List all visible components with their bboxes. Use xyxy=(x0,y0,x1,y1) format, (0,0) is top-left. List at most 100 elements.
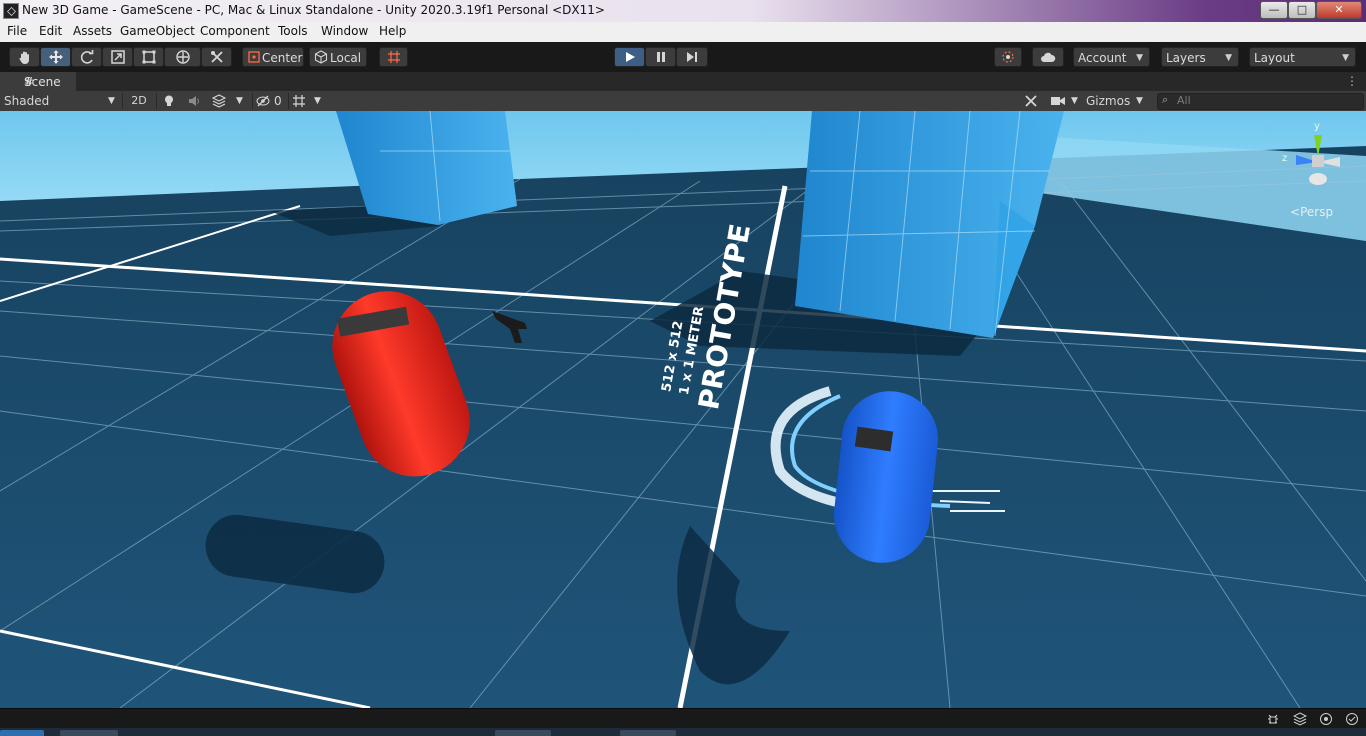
custom-tool-button[interactable] xyxy=(201,47,232,67)
search-icon: ⌕ xyxy=(1162,93,1169,106)
chevron-down-icon: ▼ xyxy=(1342,53,1349,63)
menu-help[interactable]: Help xyxy=(379,24,406,38)
layout-dropdown[interactable]: Layout ▼ xyxy=(1249,47,1356,67)
grid-icon xyxy=(293,95,305,107)
scale-tool-icon xyxy=(110,50,125,64)
scale-tool-button[interactable] xyxy=(102,47,133,67)
grid-snap-icon xyxy=(387,51,400,63)
scene-tools-button[interactable] xyxy=(1024,92,1044,110)
gizmo-center-cube[interactable] xyxy=(1312,155,1324,167)
search-placeholder: All xyxy=(1177,94,1191,107)
check-circle-icon[interactable] xyxy=(1345,712,1359,726)
menu-gameobject[interactable]: GameObject xyxy=(120,24,195,38)
menu-edit[interactable]: Edit xyxy=(39,24,62,38)
grid-dropdown-arrow[interactable]: ▼ xyxy=(314,92,328,110)
hand-tool-icon xyxy=(18,51,29,64)
hand-tool-button[interactable] xyxy=(9,47,40,67)
gizmos-label: Gizmos xyxy=(1086,94,1131,108)
chevron-down-icon: ▼ xyxy=(1136,53,1143,63)
step-icon xyxy=(687,52,697,62)
taskbar-item[interactable] xyxy=(495,730,551,736)
pivot-mode-label: Center xyxy=(262,51,303,65)
hierarchy-search-field[interactable]: ⌕ All xyxy=(1157,93,1364,110)
pivot-space-label: Local xyxy=(330,51,362,65)
status-bar xyxy=(0,708,1366,729)
separator xyxy=(288,93,289,109)
toggle-2d-button[interactable]: 2D xyxy=(126,92,152,110)
pivot-center-icon xyxy=(248,51,260,63)
move-tool-icon xyxy=(48,50,63,64)
step-button[interactable] xyxy=(676,47,708,67)
lightbulb-icon xyxy=(165,95,173,106)
cloud-icon xyxy=(1041,52,1056,62)
move-tool-button[interactable] xyxy=(40,47,71,67)
grid-snap-button[interactable] xyxy=(379,47,408,67)
grid-toggle[interactable] xyxy=(292,92,312,110)
bug-icon[interactable] xyxy=(1266,712,1280,726)
transform-tool-button[interactable] xyxy=(164,47,201,67)
taskbar-item[interactable] xyxy=(60,730,118,736)
lighting-toggle[interactable] xyxy=(162,92,182,110)
effects-toggle[interactable] xyxy=(211,92,232,110)
progress-indicator-icon[interactable] xyxy=(1319,712,1333,726)
unity-app-icon xyxy=(3,3,19,19)
tools-icon xyxy=(1025,95,1037,107)
draw-mode-label: Shaded xyxy=(4,94,50,108)
scene-view-toolbar: Shaded ▼ 2D ▼ 0 ▼ ▼ Gizmos ▼ ⌕ All xyxy=(0,91,1366,112)
gizmos-dropdown[interactable]: Gizmos ▼ xyxy=(1086,92,1150,110)
pause-button[interactable] xyxy=(645,47,676,67)
pivot-space-toggle[interactable]: Local xyxy=(309,47,367,67)
rect-tool-button[interactable] xyxy=(133,47,164,67)
layers-stack-icon[interactable] xyxy=(1293,712,1307,726)
gizmo-y-axis[interactable] xyxy=(1314,135,1322,157)
menu-file[interactable]: File xyxy=(7,24,27,38)
rotate-tool-icon xyxy=(80,50,93,64)
account-label: Account xyxy=(1078,51,1127,65)
separator xyxy=(122,93,123,109)
close-button[interactable]: ✕ xyxy=(1316,1,1362,19)
menu-tools[interactable]: Tools xyxy=(278,24,308,38)
minimize-button[interactable]: — xyxy=(1260,1,1288,19)
layout-label: Layout xyxy=(1254,51,1295,65)
account-dropdown[interactable]: Account ▼ xyxy=(1073,47,1150,67)
scene-tab-strip: # Scene ⋮ xyxy=(0,72,1366,91)
projection-toggle[interactable]: <Persp xyxy=(1290,205,1333,219)
rotate-tool-button[interactable] xyxy=(71,47,102,67)
chevron-left-icon: < xyxy=(1290,205,1301,219)
taskbar-item[interactable] xyxy=(620,730,676,736)
projection-label: Persp xyxy=(1300,205,1334,219)
separator xyxy=(156,93,157,109)
cloud-button[interactable] xyxy=(1032,47,1064,67)
tab-scene[interactable]: # Scene xyxy=(0,72,76,91)
collab-button[interactable] xyxy=(994,47,1022,67)
gizmo-z-label: z xyxy=(1282,153,1287,164)
gizmo-bottom-cone[interactable] xyxy=(1309,173,1327,185)
menu-assets[interactable]: Assets xyxy=(73,24,112,38)
rect-tool-icon xyxy=(142,50,155,64)
main-toolbar: Center Local Account ▼ Layers ▼ Layout ▼ xyxy=(0,42,1366,73)
chevron-down-icon: ▼ xyxy=(1136,96,1143,106)
os-taskbar xyxy=(0,728,1366,736)
separator xyxy=(252,93,253,109)
scene-viewport[interactable]: PROTOTYPE 1 x 1 METER 512 x 512 y z <Per xyxy=(0,111,1366,708)
taskbar-start-button[interactable] xyxy=(0,730,44,736)
speaker-icon xyxy=(189,96,199,106)
chevron-down-icon: ▼ xyxy=(1225,53,1232,63)
maximize-button[interactable]: □ xyxy=(1288,1,1316,19)
menu-window[interactable]: Window xyxy=(321,24,368,38)
custom-tool-icon xyxy=(210,51,223,63)
draw-mode-dropdown[interactable]: Shaded ▼ xyxy=(4,92,119,110)
layers-dropdown[interactable]: Layers ▼ xyxy=(1161,47,1239,67)
hidden-objects-toggle[interactable]: 0 xyxy=(256,92,286,110)
tab-menu-icon[interactable]: ⋮ xyxy=(1346,74,1358,88)
chevron-down-icon: ▼ xyxy=(108,96,115,106)
pause-icon xyxy=(656,52,665,62)
eye-hidden-icon xyxy=(256,95,270,107)
camera-settings-button[interactable]: ▼ xyxy=(1050,92,1080,110)
audio-toggle[interactable] xyxy=(187,92,207,110)
menu-component[interactable]: Component xyxy=(200,24,270,38)
effects-dropdown-arrow[interactable]: ▼ xyxy=(236,92,250,110)
pivot-mode-toggle[interactable]: Center xyxy=(242,47,304,67)
play-button[interactable] xyxy=(614,47,645,67)
window-title: New 3D Game - GameScene - PC, Mac & Linu… xyxy=(22,3,605,17)
